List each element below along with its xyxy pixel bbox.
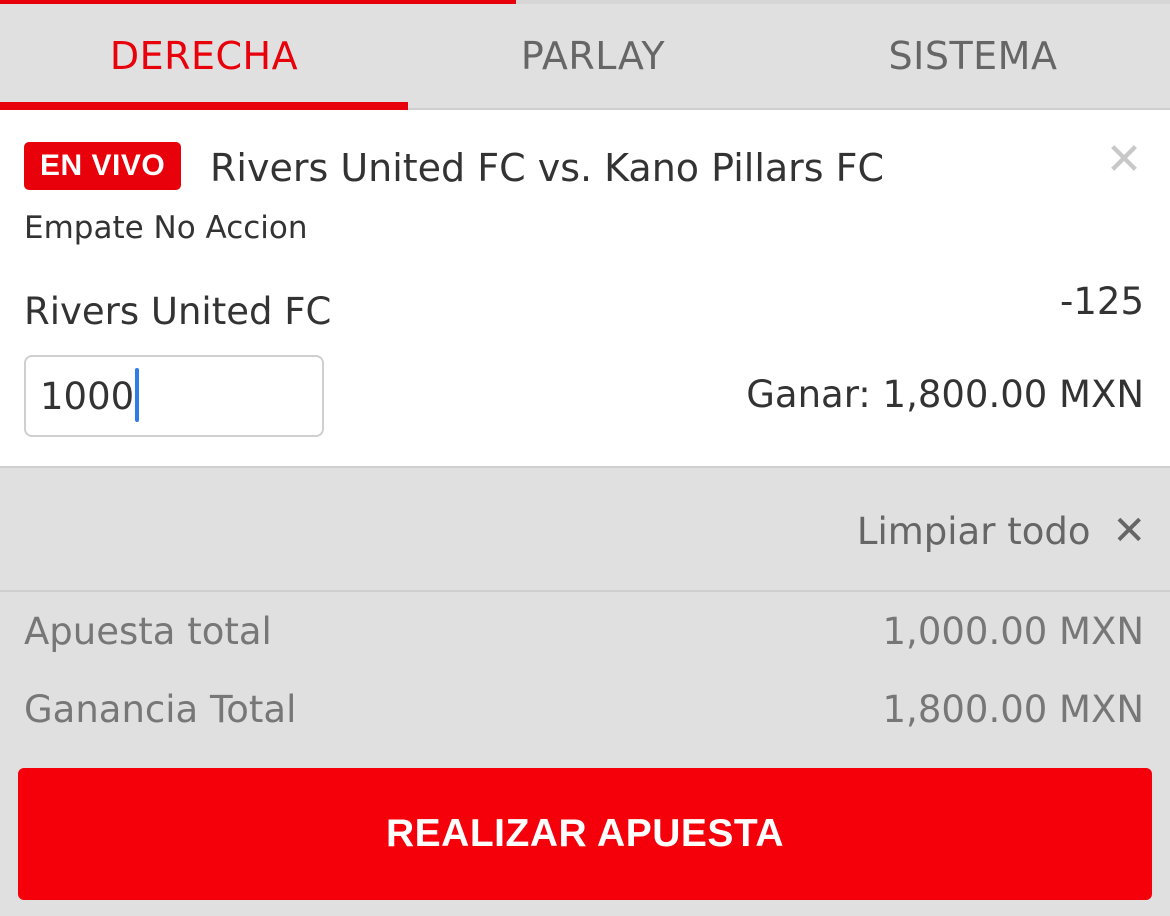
bet-card: EN VIVO Rivers United FC vs. Kano Pillar… [0,110,1170,468]
place-bet-button[interactable]: REALIZAR APUESTA [18,768,1152,900]
total-profit-value: 1,800.00 MXN [882,688,1144,731]
total-stake-value: 1,000.00 MXN [882,610,1144,653]
selection-name: Rivers United FC [24,290,332,333]
clear-all-label: Limpiar todo [856,509,1091,553]
clear-all-button[interactable]: Limpiar todo ✕ [857,508,1146,554]
clear-all-row: Limpiar todo ✕ [0,470,1170,592]
tab-sistema[interactable]: SISTEMA [778,4,1168,108]
potential-win: Ganar: 1,800.00 MXN [746,373,1144,416]
close-icon: ✕ [1112,508,1146,554]
tab-derecha[interactable]: DERECHA [0,4,408,110]
remove-bet-close-icon[interactable]: ✕ [1104,138,1144,182]
total-profit-label: Ganancia Total [24,688,297,731]
odds-value: -125 [1060,280,1144,323]
tab-parlay[interactable]: PARLAY [408,4,778,108]
market-name: Empate No Accion [24,210,308,246]
live-badge: EN VIVO [24,142,182,190]
total-stake-label: Apuesta total [24,610,272,653]
bet-type-tabs: DERECHA PARLAY SISTEMA [0,4,1170,110]
stake-input[interactable] [24,355,324,437]
bet-slip: DERECHA PARLAY SISTEMA EN VIVO Rivers Un… [0,0,1170,916]
text-caret [135,368,139,422]
event-title: Rivers United FC vs. Kano Pillars FC [210,146,885,190]
